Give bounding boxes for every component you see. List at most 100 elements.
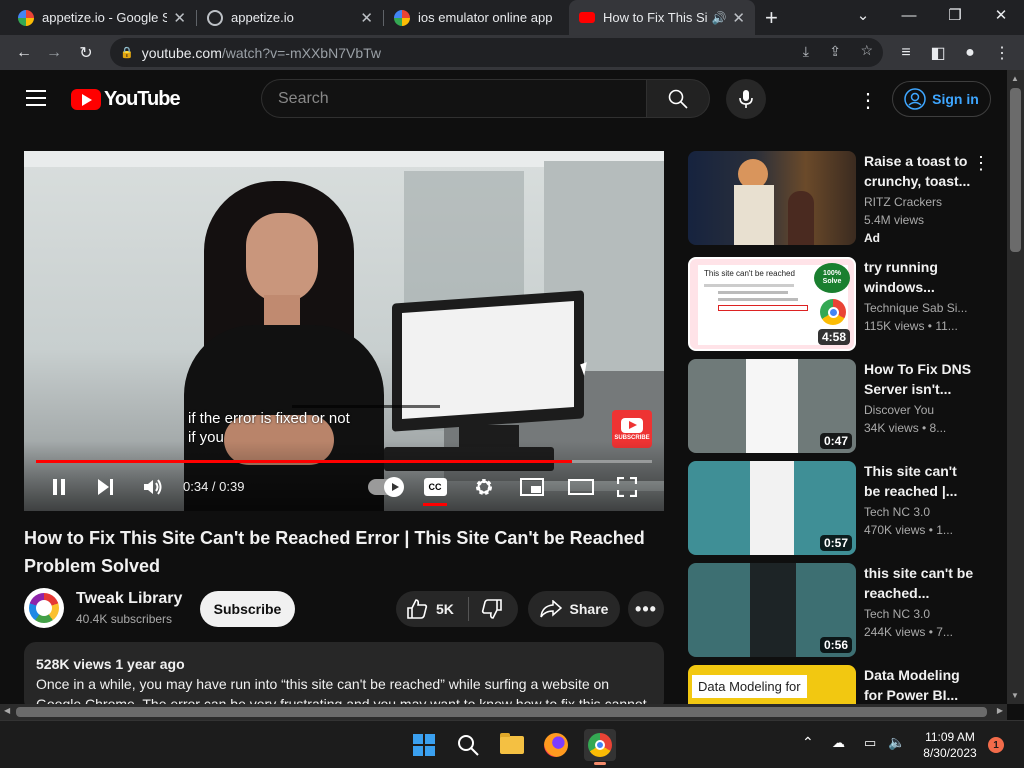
tab-youtube-active[interactable]: How to Fix This Site 🔊 ✕ — [569, 0, 755, 35]
lock-icon[interactable]: 🔒 — [120, 46, 134, 59]
forward-button[interactable]: → — [42, 41, 66, 65]
bookmark-star-icon[interactable]: ☆ — [860, 42, 873, 59]
account-icon — [904, 88, 926, 110]
restore-button[interactable]: ❐ — [932, 0, 978, 30]
volume-button[interactable] — [140, 474, 166, 500]
microphone-icon — [739, 90, 753, 108]
display-icon[interactable]: ▭ — [864, 735, 876, 751]
thumbnail: Data Modeling for — [688, 665, 856, 704]
search-icon — [668, 89, 688, 109]
description-box[interactable]: 528K views 1 year ago Once in a while, y… — [24, 642, 664, 712]
windows-icon — [413, 734, 435, 756]
volume-tray-icon[interactable]: 🔈 — [888, 734, 905, 751]
recommendation-item[interactable]: 0:57 This site can't be reached |... Tec… — [688, 461, 988, 556]
youtube-header: YouTube Search ⋮ Sign in — [0, 70, 1007, 127]
recommendation-item[interactable]: 0:47 How To Fix DNS Server isn't... Disc… — [688, 359, 988, 454]
chevron-up-icon[interactable]: ⌃ — [802, 734, 814, 751]
settings-button[interactable] — [471, 474, 497, 500]
more-vert-icon[interactable]: ⋮ — [972, 153, 990, 174]
fullscreen-button[interactable] — [614, 474, 640, 500]
profile-icon[interactable]: ● — [958, 41, 982, 65]
close-window-button[interactable]: ✕ — [978, 0, 1024, 30]
side-panel-icon[interactable]: ◧ — [926, 41, 950, 65]
tab-search-button[interactable]: ⌄ — [840, 0, 886, 30]
recommendation-item[interactable]: Data Modeling for Data Modeling for Powe… — [688, 665, 988, 704]
search-button[interactable] — [646, 79, 710, 118]
next-button[interactable] — [92, 474, 118, 500]
scroll-thumb[interactable] — [1010, 88, 1021, 252]
address-bar[interactable]: 🔒 youtube.com/watch?v=-mXXbN7VbTw ⤓ ⇪ ☆ — [110, 38, 883, 67]
thumbnail — [688, 151, 856, 245]
file-explorer-button[interactable] — [496, 729, 528, 761]
start-button[interactable] — [408, 729, 440, 761]
tab-google-appetize[interactable]: appetize.io - Google Se ✕ — [8, 0, 196, 35]
video-title: How to Fix This Site Can't be Reached Er… — [24, 528, 645, 576]
recommendation-item[interactable]: 0:56 this site can't be reached... Tech … — [688, 563, 988, 658]
close-icon[interactable]: ✕ — [173, 9, 186, 27]
miniplayer-button[interactable] — [519, 474, 545, 500]
like-button[interactable]: 5K — [406, 599, 454, 619]
menu-dots-icon[interactable]: ⋮ — [990, 41, 1014, 65]
pause-button[interactable] — [46, 474, 72, 500]
captions-button[interactable]: CC — [423, 474, 447, 506]
network-off-icon[interactable]: ☁ — [832, 735, 845, 751]
video-player[interactable]: if the error is fixed or not if you SUBS… — [24, 151, 664, 511]
subscribe-button[interactable]: Subscribe — [200, 591, 295, 627]
search-taskbar-button[interactable] — [452, 729, 484, 761]
youtube-logo[interactable]: YouTube — [71, 88, 181, 111]
share-icon[interactable]: ⇪ — [829, 43, 841, 60]
close-icon[interactable]: ✕ — [732, 9, 745, 27]
scroll-thumb[interactable] — [16, 707, 987, 717]
youtube-icon — [579, 12, 595, 23]
chrome-icon — [588, 733, 612, 757]
thumbnail: 0:47 — [688, 359, 856, 453]
play-icon — [384, 477, 404, 497]
vertical-scrollbar[interactable]: ▲ ▼ — [1007, 70, 1024, 704]
recommendation-item[interactable]: This site can't be reached 100% Solve 4:… — [688, 257, 988, 352]
speaker-icon[interactable]: 🔊 — [711, 11, 726, 25]
channel-name[interactable]: Tweak Library — [76, 590, 182, 608]
dislike-button[interactable] — [481, 599, 503, 619]
fullscreen-icon — [617, 477, 637, 497]
miniplayer-icon — [520, 478, 544, 496]
chrome-icon — [820, 299, 846, 325]
sign-in-button[interactable]: Sign in — [892, 81, 991, 117]
channel-avatar[interactable] — [24, 588, 64, 628]
hamburger-menu-icon[interactable] — [26, 90, 46, 106]
tab-appetize[interactable]: appetize.io ✕ — [197, 0, 383, 35]
tab-ios-emulator[interactable]: ios emulator online app — [384, 0, 568, 35]
minimize-button[interactable]: — — [886, 0, 932, 30]
thumbs-up-icon — [407, 599, 428, 619]
share-button[interactable]: Share — [528, 591, 620, 627]
close-icon[interactable]: ✕ — [360, 9, 373, 27]
install-icon[interactable]: ⤓ — [803, 43, 809, 60]
settings-dots-icon[interactable]: ⋮ — [858, 88, 878, 113]
views-and-age: 528K views 1 year ago — [36, 656, 185, 672]
theater-mode-button[interactable] — [566, 474, 596, 500]
recommendation-item[interactable]: Raise a toast to crunchy, toast... RITZ … — [688, 151, 990, 246]
progress-bar[interactable] — [36, 460, 652, 463]
search-input[interactable]: Search — [261, 79, 646, 118]
back-button[interactable]: ← — [12, 41, 36, 65]
youtube-play-icon — [71, 89, 101, 110]
chrome-taskbar-button[interactable] — [584, 729, 616, 765]
horizontal-scrollbar[interactable]: ◀ ▶ — [0, 704, 1007, 720]
thumbs-down-icon — [481, 599, 502, 619]
tab-bar: appetize.io - Google Se ✕ appetize.io ✕ … — [0, 0, 1024, 35]
volume-icon — [144, 479, 162, 495]
thumbnail: 0:56 — [688, 563, 856, 657]
like-dislike-group: 5K — [396, 591, 518, 627]
clock[interactable]: 11:09 AM 8/30/2023 — [915, 729, 985, 761]
reload-button[interactable]: ↻ — [74, 41, 98, 65]
more-horizontal-icon: ••• — [635, 598, 657, 619]
firefox-button[interactable] — [540, 729, 572, 761]
more-actions-button[interactable]: ••• — [628, 591, 664, 627]
skip-next-icon — [98, 479, 113, 495]
voice-search-button[interactable] — [726, 79, 766, 119]
media-control-icon[interactable]: ≡ — [894, 41, 918, 65]
cc-icon: CC — [423, 478, 447, 496]
new-tab-button[interactable]: + — [765, 5, 778, 31]
youtube-play-icon — [621, 417, 643, 433]
autoplay-toggle[interactable] — [368, 477, 404, 497]
notification-badge[interactable]: 1 — [988, 737, 1004, 753]
